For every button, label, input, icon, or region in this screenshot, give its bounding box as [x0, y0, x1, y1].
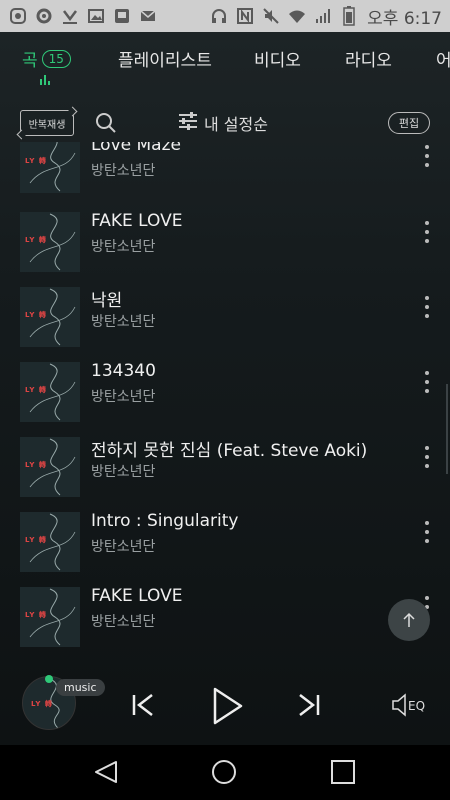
- sort-label: 내 설정순: [204, 115, 268, 134]
- app-icon: [8, 6, 28, 26]
- equalizer-button[interactable]: EQ: [390, 690, 430, 720]
- skip-previous-icon: [132, 694, 153, 716]
- song-row[interactable]: LY 轉 134340 방탄소년단: [0, 361, 450, 443]
- play-button[interactable]: [208, 684, 248, 728]
- song-title: 134340: [91, 361, 156, 381]
- wifi-icon: [287, 6, 307, 26]
- image-icon: [86, 6, 106, 26]
- tab-songs-count: 15: [41, 49, 71, 68]
- song-artist: 방탄소년단: [91, 314, 156, 330]
- scroll-to-top-button[interactable]: [388, 599, 430, 641]
- next-button[interactable]: [294, 690, 324, 720]
- song-row[interactable]: LY 轉 Love Maze 방탄소년단: [0, 142, 450, 217]
- album-art: LY 轉: [20, 287, 80, 347]
- list-toolbar: 반복재생 내 설정순 편집: [0, 106, 450, 140]
- album-art-text: LY 轉: [25, 236, 47, 244]
- status-time: 오후 6:17: [367, 8, 442, 29]
- tab-playlist[interactable]: 플레이리스트: [118, 46, 212, 71]
- more-options-icon[interactable]: [420, 221, 434, 243]
- status-right-icons: 오후 6:17: [209, 4, 442, 29]
- album-art-text: LY 轉: [25, 311, 47, 319]
- song-row[interactable]: LY 轉 FAKE LOVE 방탄소년단: [0, 211, 450, 293]
- song-title: FAKE LOVE: [91, 586, 183, 606]
- album-art-text: LY 轉: [25, 611, 47, 619]
- mail-icon: [138, 6, 158, 26]
- song-artist: 방탄소년단: [91, 163, 156, 179]
- battery-icon: [339, 6, 359, 26]
- mini-player: LY 轉 music EQ: [0, 662, 450, 745]
- more-options-icon[interactable]: [420, 296, 434, 318]
- song-row[interactable]: LY 轉 전하지 못한 진심 (Feat. Steve Aoki) 방탄소년단: [0, 437, 450, 518]
- play-icon: [213, 687, 243, 725]
- music-app: 곡 15 플레이리스트 비디오 라디오 어 반복재생 내 설정순 편집 LY 轉: [0, 32, 450, 745]
- skip-next-icon: [299, 694, 320, 716]
- svg-text:EQ: EQ: [408, 699, 425, 713]
- edit-button[interactable]: 편집: [388, 112, 430, 134]
- previous-button[interactable]: [128, 690, 158, 720]
- recent-apps-button[interactable]: [328, 757, 358, 787]
- song-row[interactable]: LY 轉 낙원 방탄소년단: [0, 287, 450, 368]
- album-art-text: LY 轉: [25, 461, 47, 469]
- song-title: 낙원: [91, 291, 123, 311]
- album-art-text: LY 轉: [25, 536, 47, 544]
- song-title: 전하지 못한 진심 (Feat. Steve Aoki): [91, 441, 368, 461]
- status-left-icons: [8, 6, 158, 26]
- now-playing-indicator-icon: [40, 75, 54, 85]
- song-artist: 방탄소년단: [91, 239, 156, 255]
- song-title: FAKE LOVE: [91, 211, 183, 231]
- sort-button[interactable]: 내 설정순: [178, 110, 268, 136]
- tab-songs[interactable]: 곡 15: [22, 46, 71, 71]
- music-badge: music: [56, 679, 105, 696]
- album-art: LY 轉: [20, 437, 80, 497]
- system-nav-bar: [0, 745, 450, 800]
- more-options-icon[interactable]: [420, 446, 434, 468]
- back-icon: [95, 761, 117, 783]
- tab-radio[interactable]: 라디오: [345, 46, 392, 71]
- album-art-text: LY 轉: [25, 386, 47, 394]
- song-list: LY 轉 Love Maze 방탄소년단 LY 轉 FAKE LOVE 방탄소년…: [0, 142, 450, 662]
- sort-icon: [178, 112, 198, 134]
- album-art: LY 轉: [20, 587, 80, 647]
- search-icon[interactable]: [95, 112, 117, 134]
- album-art: LY 轉: [20, 212, 80, 272]
- more-options-icon[interactable]: [420, 521, 434, 543]
- home-icon: [212, 760, 236, 784]
- album-art-text: LY 轉: [31, 700, 53, 708]
- speaker-eq-icon: EQ: [392, 693, 425, 717]
- settings-icon: [34, 6, 54, 26]
- signal-icon: [313, 6, 333, 26]
- song-row[interactable]: LY 轉 Intro : Singularity 방탄소년단: [0, 511, 450, 593]
- album-art: LY 轉: [20, 362, 80, 422]
- song-row[interactable]: LY 轉 FAKE LOVE 방탄소년단: [0, 586, 450, 662]
- song-title: Love Maze: [91, 142, 181, 155]
- repeat-button[interactable]: 반복재생: [20, 110, 74, 136]
- song-artist: 방탄소년단: [91, 539, 156, 555]
- song-artist: 방탄소년단: [91, 464, 156, 480]
- more-options-icon[interactable]: [420, 145, 434, 167]
- playing-dot-icon: [45, 675, 53, 683]
- scrollbar[interactable]: [446, 384, 448, 474]
- tab-more[interactable]: 어: [436, 46, 450, 71]
- song-artist: 방탄소년단: [91, 389, 156, 405]
- message-icon: [112, 6, 132, 26]
- recent-apps-icon: [331, 760, 355, 784]
- back-button[interactable]: [91, 757, 121, 787]
- home-button[interactable]: [209, 757, 239, 787]
- arrow-up-icon: [403, 612, 415, 627]
- status-bar: 오후 6:17: [0, 0, 450, 32]
- album-art-text: LY 轉: [25, 157, 47, 165]
- tab-video[interactable]: 비디오: [254, 46, 301, 71]
- mute-icon: [261, 6, 281, 26]
- more-options-icon[interactable]: [420, 371, 434, 393]
- download-icon: [60, 6, 80, 26]
- album-art: LY 轉: [20, 142, 80, 193]
- song-title: Intro : Singularity: [91, 511, 239, 531]
- nfc-icon: [235, 6, 255, 26]
- tab-songs-label: 곡: [22, 51, 38, 71]
- category-tabs: 곡 15 플레이리스트 비디오 라디오 어: [0, 32, 450, 94]
- album-art: LY 轉: [20, 512, 80, 572]
- headphones-icon: [209, 6, 229, 26]
- song-artist: 방탄소년단: [91, 614, 156, 630]
